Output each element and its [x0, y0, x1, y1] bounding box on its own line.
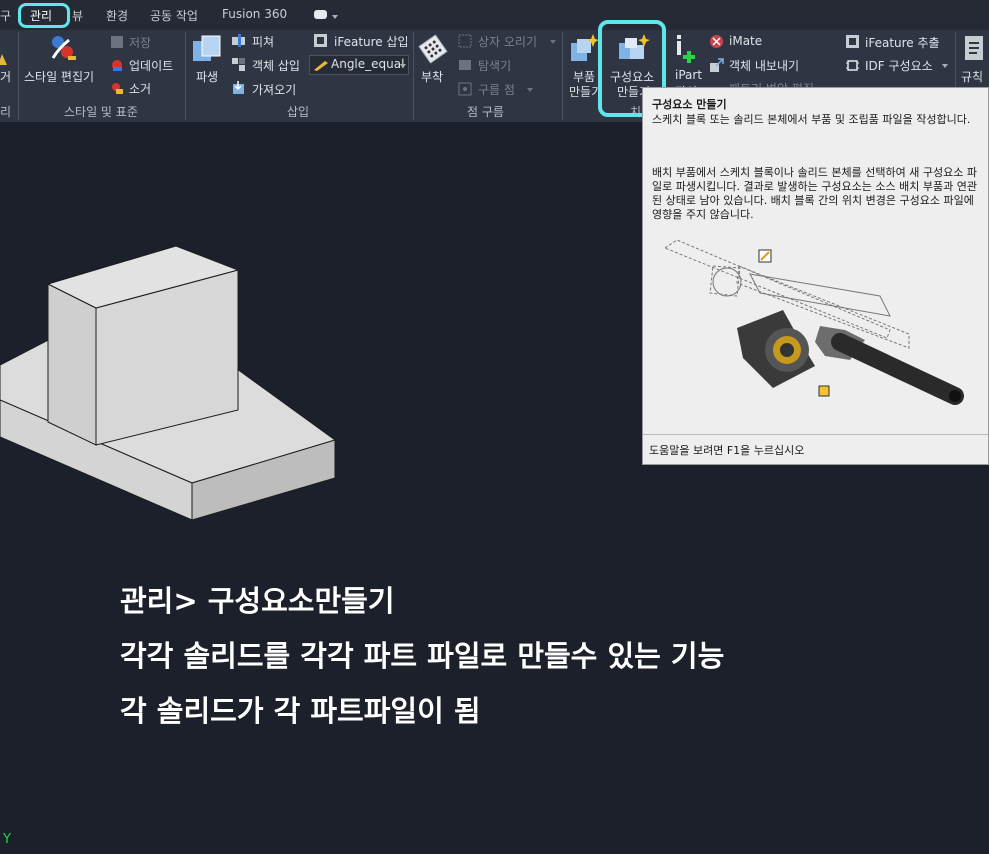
pencil-icon — [314, 61, 328, 71]
insert-object-icon[interactable] — [231, 57, 246, 72]
ifeature-insert-icon[interactable] — [313, 33, 328, 48]
tooltip-illustration — [665, 239, 964, 405]
chevron-down-icon[interactable] — [942, 64, 948, 68]
rules-icon[interactable] — [961, 33, 987, 63]
group-separator — [185, 32, 186, 120]
pitch-icon[interactable] — [231, 33, 246, 48]
rules-button[interactable]: 규칙 — [961, 68, 983, 85]
explorer-button[interactable]: 탐색기 — [478, 57, 511, 74]
import-icon[interactable] — [231, 81, 246, 96]
cloud-point-icon[interactable] — [458, 82, 472, 96]
group-separator — [413, 32, 414, 120]
ribbon-tab-bar: 구 관리 뷰 환경 공동 작업 Fusion 360 — [0, 0, 989, 30]
derive-icon[interactable] — [190, 33, 224, 65]
tab-fusion360[interactable]: Fusion 360 — [222, 7, 287, 21]
tooltip-description: 배치 부품에서 스케치 블록이나 솔리드 본체를 선택하여 새 구성요소 파일로… — [652, 166, 977, 221]
box-crop-button[interactable]: 상자 오리기 — [478, 33, 537, 50]
derive-button[interactable]: 파생 — [196, 68, 218, 85]
export-object-icon[interactable] — [709, 58, 724, 73]
solid-body-model[interactable] — [0, 240, 340, 525]
annotation-line-3: 각 솔리드가 각 파트파일이 됨 — [120, 694, 481, 728]
idf-component-icon[interactable] — [845, 58, 860, 73]
attach-button[interactable]: 부착 — [421, 68, 443, 85]
partial-tool-label: 거 — [0, 70, 12, 84]
tooltip-help-hint: 도움말을 보려면 F1을 누르십시오 — [649, 444, 805, 457]
purge-button[interactable]: 소거 — [129, 80, 151, 97]
tooltip-divider — [643, 434, 988, 435]
tab-highlight-annotation — [18, 3, 70, 28]
quick-access-icon[interactable] — [314, 10, 327, 19]
style-group-label: 스타일 및 표준 — [64, 105, 138, 119]
group-separator — [18, 32, 19, 120]
point-cloud-group-label: 점 구름 — [467, 105, 504, 119]
cloud-point-button[interactable]: 구름 점 — [478, 81, 515, 98]
make-components-tooltip: 구성요소 만들기 스케치 블록 또는 솔리드 본체에서 부품 및 조립품 파일을… — [642, 87, 989, 465]
idf-component-button[interactable]: IDF 구성요소 — [865, 57, 933, 74]
explorer-icon[interactable] — [458, 58, 472, 72]
chevron-down-icon[interactable] — [527, 88, 533, 92]
axis-indicator-y: Y — [3, 832, 11, 847]
box-crop-icon[interactable] — [458, 34, 472, 48]
chevron-down-icon[interactable] — [332, 15, 338, 19]
save-style-button[interactable]: 저장 — [129, 34, 151, 51]
update-icon[interactable] — [110, 58, 124, 72]
tab-view[interactable]: 뷰 — [72, 7, 83, 24]
annotation-line-2: 각각 솔리드를 각각 파트 파일로 만들수 있는 기능 — [120, 639, 725, 673]
attach-point-cloud-icon[interactable] — [418, 33, 448, 65]
update-button[interactable]: 업데이트 — [129, 57, 173, 74]
partial-group-label: 리 — [0, 105, 12, 119]
imate-button[interactable]: iMate — [729, 34, 762, 48]
tab-environments[interactable]: 환경 — [106, 7, 128, 24]
tab-collaborate[interactable]: 공동 작업 — [150, 7, 198, 24]
ipart-label-1[interactable]: iPart — [675, 68, 702, 82]
ipart-author-icon[interactable] — [673, 33, 701, 65]
ifeature-insert-button[interactable]: iFeature 삽입 — [334, 33, 409, 50]
make-part-icon[interactable] — [569, 33, 599, 65]
tab-partial-left[interactable]: 구 — [0, 7, 11, 24]
angle-select-dropdown[interactable]: Angle_equal — [309, 55, 409, 75]
export-object-button[interactable]: 객체 내보내기 — [729, 57, 799, 74]
angle-select-value: Angle_equal — [331, 57, 405, 71]
component-cube-icon — [818, 385, 830, 397]
insert-group-label: 삽입 — [287, 105, 310, 119]
tooltip-title: 구성요소 만들기 — [652, 98, 727, 111]
ifeature-extract-icon[interactable] — [845, 34, 860, 49]
pitch-button[interactable]: 피쳐 — [252, 33, 274, 50]
annotation-line-1: 관리> 구성요소만들기 — [120, 584, 395, 618]
partial-tool-icon[interactable] — [0, 52, 8, 66]
group-separator — [562, 32, 563, 120]
style-editor-button[interactable]: 스타일 편집기 — [24, 68, 94, 85]
style-editor-icon[interactable] — [45, 32, 79, 66]
import-button[interactable]: 가져오기 — [252, 81, 296, 98]
ifeature-extract-button[interactable]: iFeature 추출 — [865, 34, 940, 51]
save-style-icon[interactable] — [110, 35, 124, 49]
insert-object-button[interactable]: 객체 삽입 — [252, 57, 300, 74]
purge-icon[interactable] — [110, 81, 124, 95]
chevron-down-icon — [400, 64, 406, 68]
imate-icon[interactable] — [709, 34, 724, 49]
tooltip-summary: 스케치 블록 또는 솔리드 본체에서 부품 및 조립품 파일을 작성합니다. — [652, 113, 971, 126]
chevron-down-icon[interactable] — [550, 40, 556, 44]
